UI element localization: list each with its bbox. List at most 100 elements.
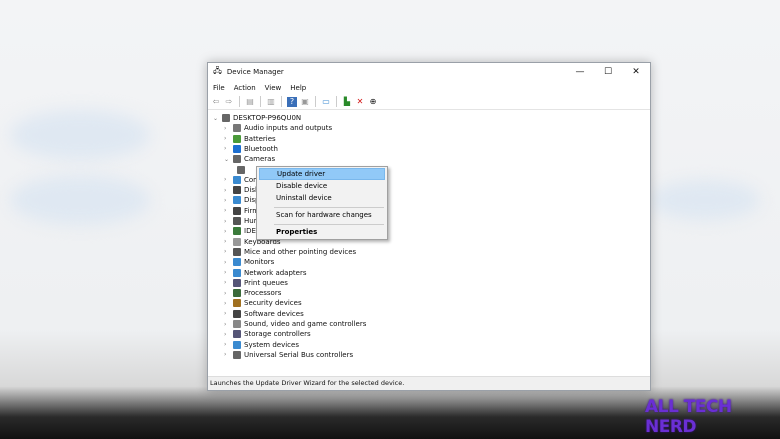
- tree-item-label: Storage controllers: [244, 330, 311, 339]
- window-title: Device Manager: [226, 68, 284, 76]
- chevron-right-icon[interactable]: ›: [224, 269, 230, 276]
- chevron-right-icon[interactable]: ›: [224, 259, 230, 266]
- speaker-icon: [233, 124, 241, 133]
- chevron-right-icon[interactable]: ›: [224, 351, 230, 358]
- tree-item-label: Print queues: [244, 278, 288, 287]
- close-button[interactable]: ✕: [622, 67, 650, 77]
- menu-item-scan-hardware[interactable]: Scan for hardware changes: [259, 209, 385, 221]
- tree-item[interactable]: › Storage controllers: [224, 329, 311, 339]
- tree-item[interactable]: › Disk: [224, 185, 259, 195]
- hid-icon: [233, 217, 241, 225]
- monitor-icon: [233, 258, 241, 267]
- watermark-logo: ALL TECH NERD: [645, 397, 732, 437]
- firmware-icon: [233, 206, 241, 215]
- tree-item[interactable]: › Firm: [224, 206, 259, 216]
- menu-item-disable-device[interactable]: Disable device: [259, 180, 385, 192]
- tree-item-label: Monitors: [244, 258, 275, 267]
- tree-item-label: Network adapters: [244, 268, 307, 277]
- monitor-icon[interactable]: ▭: [321, 97, 331, 107]
- tree-item[interactable]: [237, 165, 248, 175]
- tree-item[interactable]: › Software devices: [224, 309, 304, 319]
- chevron-right-icon[interactable]: ›: [224, 125, 230, 132]
- chevron-right-icon[interactable]: ›: [224, 300, 230, 307]
- tree-item[interactable]: ⌄ Cameras: [224, 154, 275, 164]
- minimize-button[interactable]: —: [566, 67, 594, 77]
- show-hidden-icon[interactable]: ▥: [266, 97, 276, 107]
- context-menu: Update driver Disable device Uninstall d…: [256, 166, 388, 240]
- chevron-right-icon[interactable]: ›: [224, 238, 230, 245]
- view-icon[interactable]: ▣: [300, 97, 310, 107]
- cpu-icon: [233, 289, 241, 298]
- usb-icon: [233, 350, 241, 359]
- chevron-right-icon[interactable]: ›: [224, 321, 230, 328]
- tree-item[interactable]: › Network adapters: [224, 268, 307, 278]
- tree-root[interactable]: ⌄ DESKTOP-P96QU0N: [213, 113, 301, 123]
- tree-item[interactable]: › Sound, video and game controllers: [224, 319, 366, 329]
- menu-item-update-driver[interactable]: Update driver: [259, 168, 385, 180]
- chevron-right-icon[interactable]: ›: [224, 248, 230, 255]
- computer-icon: [222, 114, 230, 122]
- menu-help[interactable]: Help: [290, 84, 306, 92]
- tree-item-label: Bluetooth: [244, 144, 278, 153]
- chevron-right-icon[interactable]: ›: [224, 135, 230, 142]
- bluetooth-icon: [233, 144, 241, 153]
- download-icon[interactable]: ⊕: [368, 97, 378, 107]
- tree-item-label: Audio inputs and outputs: [244, 124, 333, 133]
- tree-item[interactable]: › Bluetooth: [224, 144, 278, 154]
- forward-icon[interactable]: ⇨: [224, 97, 234, 107]
- blurred-background: [650, 180, 760, 220]
- back-icon[interactable]: ⇦: [211, 97, 221, 107]
- maximize-button[interactable]: ☐: [594, 67, 622, 77]
- printer-icon: [233, 278, 241, 287]
- tree-item-label: System devices: [244, 340, 299, 349]
- tree-item[interactable]: › Monitors: [224, 257, 274, 267]
- software-icon: [233, 309, 241, 318]
- menu-separator: [274, 224, 384, 225]
- menu-item-properties[interactable]: Properties: [259, 226, 385, 238]
- chevron-right-icon[interactable]: ›: [224, 279, 230, 286]
- network-icon: [233, 268, 241, 277]
- tree-item[interactable]: › Mice and other pointing devices: [224, 247, 356, 257]
- tree-item[interactable]: › Processors: [224, 288, 281, 298]
- tree-item[interactable]: › Com: [224, 175, 260, 185]
- menu-action[interactable]: Action: [234, 84, 256, 92]
- update-driver-icon[interactable]: ▙: [342, 97, 352, 107]
- chevron-right-icon[interactable]: ›: [224, 218, 230, 225]
- camera-icon: [233, 155, 241, 164]
- chevron-right-icon[interactable]: ›: [224, 228, 230, 235]
- chevron-down-icon[interactable]: ⌄: [213, 115, 219, 122]
- tree-item[interactable]: › Audio inputs and outputs: [224, 123, 332, 133]
- chevron-right-icon[interactable]: ›: [224, 187, 230, 194]
- chevron-right-icon[interactable]: ›: [224, 207, 230, 214]
- system-icon: [233, 340, 241, 349]
- tree-item-label: IDE: [244, 227, 256, 236]
- menu-file[interactable]: File: [213, 84, 225, 92]
- tree-item[interactable]: › Universal Serial Bus controllers: [224, 350, 353, 360]
- tree-item-label: Cameras: [244, 155, 276, 164]
- chevron-right-icon[interactable]: ›: [224, 341, 230, 348]
- tree-item[interactable]: › Batteries: [224, 134, 276, 144]
- tree-item[interactable]: › System devices: [224, 340, 299, 350]
- tree-item[interactable]: › Disp: [224, 195, 259, 205]
- tree-item[interactable]: › Security devices: [224, 298, 302, 308]
- menu-item-uninstall-device[interactable]: Uninstall device: [259, 192, 385, 204]
- chevron-right-icon[interactable]: ›: [224, 331, 230, 338]
- help-icon[interactable]: ?: [287, 96, 297, 107]
- menu-view[interactable]: View: [265, 84, 282, 92]
- properties-sheet-icon[interactable]: ▤: [245, 97, 255, 107]
- chevron-down-icon[interactable]: ⌄: [224, 156, 230, 163]
- tree-item-label: Batteries: [244, 134, 276, 143]
- chevron-right-icon[interactable]: ›: [224, 197, 230, 204]
- chevron-right-icon[interactable]: ›: [224, 290, 230, 297]
- battery-icon: [233, 134, 241, 143]
- camera-icon: [237, 165, 245, 174]
- chevron-right-icon[interactable]: ›: [224, 310, 230, 317]
- uninstall-icon[interactable]: ✕: [355, 97, 365, 107]
- chevron-right-icon[interactable]: ›: [224, 145, 230, 152]
- computer-icon: [233, 175, 241, 184]
- chevron-right-icon[interactable]: ›: [224, 176, 230, 183]
- tree-item[interactable]: › Print queues: [224, 278, 288, 288]
- tree-item[interactable]: › IDE: [224, 226, 256, 236]
- ide-icon: [233, 227, 241, 236]
- keyboard-icon: [233, 237, 241, 246]
